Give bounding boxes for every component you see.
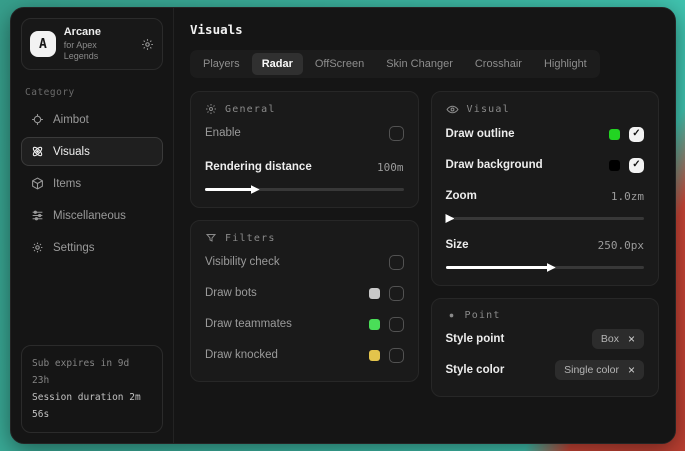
zoom-row: Zoom 1.0zm: [446, 183, 645, 209]
atom-icon: [31, 145, 44, 158]
sidebar-item-items[interactable]: Items: [21, 169, 163, 198]
sidebar: A Arcane for Apex Legends Category Aimbo…: [11, 8, 174, 443]
size-label: Size: [446, 239, 469, 251]
enable-row: Enable: [205, 120, 404, 146]
size-slider[interactable]: [446, 262, 645, 272]
general-card: General Enable Rendering distance 100m: [190, 91, 419, 208]
app-name: Arcane: [64, 26, 133, 40]
rendering-distance-slider[interactable]: [205, 184, 404, 194]
style-point-select[interactable]: Box ×: [592, 329, 644, 349]
visual-card-title: Visual: [467, 104, 510, 115]
page-title: Visuals: [190, 22, 659, 37]
zoom-label: Zoom: [446, 190, 477, 202]
settings-gear-icon[interactable]: [141, 38, 154, 51]
filters-card-title: Filters: [225, 233, 276, 244]
draw-background-color-swatch[interactable]: [609, 160, 620, 171]
enable-label: Enable: [205, 127, 241, 139]
app-header: A Arcane for Apex Legends: [21, 18, 163, 70]
category-label: Category: [25, 87, 159, 98]
draw-outline-row: Draw outline ✓: [446, 121, 645, 147]
style-point-label: Style point: [446, 333, 505, 345]
draw-knocked-label: Draw knocked: [205, 349, 278, 361]
draw-outline-color-swatch[interactable]: [609, 129, 620, 140]
point-icon: [446, 310, 457, 321]
sidebar-item-label: Items: [53, 178, 81, 190]
tab-crosshair[interactable]: Crosshair: [465, 53, 532, 75]
draw-teammates-row: Draw teammates: [205, 311, 404, 337]
sidebar-item-settings[interactable]: Settings: [21, 233, 163, 262]
session-duration-text: Session duration 2m 56s: [32, 389, 152, 423]
style-color-row: Style color Single color ×: [446, 357, 645, 383]
tab-offscreen[interactable]: OffScreen: [305, 53, 374, 75]
draw-background-row: Draw background ✓: [446, 152, 645, 178]
general-card-title: General: [225, 104, 276, 115]
draw-background-checkbox[interactable]: ✓: [629, 158, 644, 173]
filters-card: Filters Visibility check Draw bots: [190, 220, 419, 382]
main-panel: Visuals Players Radar OffScreen Skin Cha…: [174, 8, 675, 443]
tab-skin-changer[interactable]: Skin Changer: [376, 53, 463, 75]
style-color-selected-value: Single color: [564, 364, 619, 376]
size-row: Size 250.0px: [446, 232, 645, 258]
tab-bar: Players Radar OffScreen Skin Changer Cro…: [190, 50, 600, 78]
subscription-status: Sub expires in 9d 23h Session duration 2…: [21, 345, 163, 433]
tab-highlight[interactable]: Highlight: [534, 53, 597, 75]
draw-teammates-color-swatch[interactable]: [369, 319, 380, 330]
app-subtitle: for Apex Legends: [64, 40, 133, 63]
sidebar-item-label: Miscellaneous: [53, 210, 126, 222]
clear-icon[interactable]: ×: [628, 333, 635, 345]
funnel-icon: [205, 232, 217, 244]
style-color-select[interactable]: Single color ×: [555, 360, 644, 380]
style-point-row: Style point Box ×: [446, 326, 645, 352]
sliders-icon: [31, 209, 44, 222]
draw-background-label: Draw background: [446, 159, 543, 171]
draw-outline-label: Draw outline: [446, 128, 515, 140]
visual-card: Visual Draw outline ✓ Draw background ✓: [431, 91, 660, 286]
slider-thumb[interactable]: [445, 214, 454, 223]
draw-bots-color-swatch[interactable]: [369, 288, 380, 299]
sidebar-item-label: Settings: [53, 242, 95, 254]
gear-icon: [31, 241, 44, 254]
enable-checkbox[interactable]: [389, 126, 404, 141]
sidebar-item-label: Aimbot: [53, 114, 89, 126]
draw-knocked-color-swatch[interactable]: [369, 350, 380, 361]
visibility-check-checkbox[interactable]: [389, 255, 404, 270]
style-point-selected-value: Box: [601, 333, 619, 345]
draw-outline-checkbox[interactable]: ✓: [629, 127, 644, 142]
eye-icon: [446, 103, 459, 116]
zoom-value: 1.0zm: [611, 190, 644, 203]
size-value: 250.0px: [598, 239, 644, 252]
slider-thumb[interactable]: [547, 263, 556, 272]
slider-thumb[interactable]: [251, 185, 260, 194]
settings-grid: General Enable Rendering distance 100m: [190, 91, 659, 397]
draw-bots-checkbox[interactable]: [389, 286, 404, 301]
sidebar-item-label: Visuals: [53, 146, 90, 158]
draw-teammates-label: Draw teammates: [205, 318, 292, 330]
tab-players[interactable]: Players: [193, 53, 250, 75]
draw-knocked-row: Draw knocked: [205, 342, 404, 368]
rendering-distance-label: Rendering distance: [205, 161, 312, 173]
rendering-distance-value: 100m: [377, 161, 404, 174]
sidebar-item-visuals[interactable]: Visuals: [21, 137, 163, 166]
sub-expires-text: Sub expires in 9d 23h: [32, 355, 152, 389]
visibility-check-label: Visibility check: [205, 256, 280, 268]
draw-teammates-checkbox[interactable]: [389, 317, 404, 332]
tab-radar[interactable]: Radar: [252, 53, 303, 75]
draw-bots-label: Draw bots: [205, 287, 257, 299]
box-icon: [31, 177, 44, 190]
point-card: Point Style point Box × Style color: [431, 298, 660, 397]
draw-knocked-checkbox[interactable]: [389, 348, 404, 363]
draw-bots-row: Draw bots: [205, 280, 404, 306]
clear-icon[interactable]: ×: [628, 364, 635, 376]
rendering-distance-row: Rendering distance 100m: [205, 154, 404, 180]
style-color-label: Style color: [446, 364, 505, 376]
app-logo: A: [30, 31, 56, 57]
general-icon: [205, 103, 217, 115]
sidebar-item-aimbot[interactable]: Aimbot: [21, 105, 163, 134]
zoom-slider[interactable]: [446, 213, 645, 223]
point-card-title: Point: [465, 310, 501, 321]
app-window: A Arcane for Apex Legends Category Aimbo…: [10, 7, 676, 444]
sidebar-item-miscellaneous[interactable]: Miscellaneous: [21, 201, 163, 230]
crosshair-icon: [31, 113, 44, 126]
visibility-check-row: Visibility check: [205, 249, 404, 275]
